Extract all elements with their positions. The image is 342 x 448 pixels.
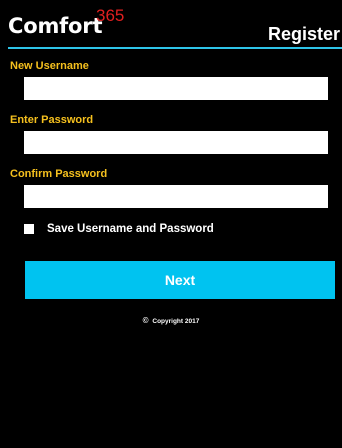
enter-password-input[interactable] [24, 131, 328, 154]
header-divider [8, 47, 342, 49]
page-title: Register [267, 24, 340, 44]
copyright-text: Copyright 2017 [152, 318, 200, 325]
brand-name: Comfort [8, 14, 103, 38]
confirm-password-input[interactable] [24, 185, 328, 208]
next-button[interactable]: Next [25, 261, 335, 299]
new-username-input[interactable] [24, 77, 328, 100]
brand-logo: Comfort 365 [8, 6, 124, 38]
app-header: Comfort 365 Register [0, 0, 342, 49]
enter-password-label: Enter Password [10, 114, 94, 126]
copyright-symbol: © [142, 316, 149, 325]
confirm-password-label: Confirm Password [10, 168, 108, 180]
save-credentials-checkbox[interactable] [24, 224, 34, 234]
save-credentials-label: Save Username and Password [47, 223, 214, 235]
new-username-label: New Username [10, 60, 89, 72]
copyright: © Copyright 2017 [0, 316, 342, 325]
brand-number: 365 [96, 6, 125, 25]
